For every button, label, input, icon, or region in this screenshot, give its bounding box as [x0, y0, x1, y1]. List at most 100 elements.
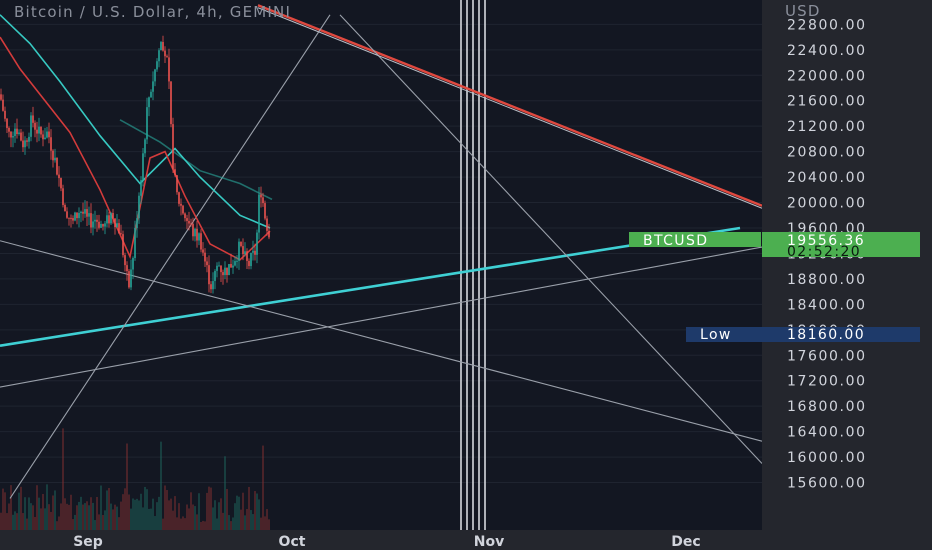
volume-bar: [94, 520, 96, 530]
candle-body: [156, 61, 158, 70]
volume-bar: [70, 494, 72, 530]
volume-bar: [128, 494, 130, 530]
candle-body: [98, 221, 100, 228]
candle-body: [212, 281, 214, 290]
volume-bar: [198, 493, 200, 530]
candle-body: [138, 195, 140, 219]
volume-bar: [218, 502, 220, 530]
volume-bar: [6, 513, 8, 530]
candle-body: [238, 241, 240, 261]
candle-body: [258, 194, 260, 233]
volume-bar: [78, 501, 80, 530]
candle-body: [264, 203, 266, 219]
volume-bar: [82, 504, 84, 530]
volume-bar: [152, 498, 154, 530]
price-tick-7: 18400.00: [787, 297, 867, 313]
price-tick-3: 16800.00: [787, 399, 867, 415]
time-axis-background[interactable]: [0, 530, 932, 550]
price-tick-5: 17600.00: [787, 348, 867, 364]
volume-bar: [106, 490, 108, 530]
candle-body: [262, 197, 264, 204]
volume-bar: [246, 509, 248, 530]
volume-bar: [182, 516, 184, 530]
candle-body: [184, 213, 186, 219]
candle-body: [218, 265, 220, 267]
volume-bar: [32, 505, 34, 530]
candle-body: [244, 251, 246, 255]
candle-body: [0, 94, 2, 100]
volume-bar: [58, 516, 60, 530]
volume-bar: [240, 509, 242, 530]
price-tick-2: 16400.00: [787, 425, 867, 441]
candle-body: [110, 212, 112, 224]
low-tag: Low 18160.00: [686, 327, 920, 343]
candle-body: [204, 252, 206, 262]
countdown-value: 02:52:20: [787, 244, 861, 260]
volume-bar: [76, 505, 78, 530]
volume-bar: [60, 503, 62, 530]
candle-body: [178, 192, 180, 204]
candle-body: [240, 241, 242, 247]
candle-body: [80, 211, 82, 213]
volume-bar: [248, 486, 250, 530]
candle-body: [56, 157, 58, 175]
volume-bar: [10, 485, 12, 530]
volume-bar: [24, 497, 26, 530]
candle-body: [126, 265, 128, 272]
candle-body: [224, 267, 226, 276]
volume-bar: [20, 486, 22, 530]
candle-body: [222, 272, 224, 276]
volume-bar: [102, 515, 104, 530]
volume-bar: [230, 521, 232, 530]
symbol-tag-text: BTCUSD: [643, 233, 708, 249]
candle-body: [242, 246, 244, 255]
price-tick-11: 20000.00: [787, 196, 867, 212]
price-tick-17: 22400.00: [787, 43, 867, 59]
volume-bar: [44, 508, 46, 530]
volume-bar: [72, 519, 74, 530]
volume-bar: [54, 490, 56, 530]
candle-body: [206, 261, 208, 266]
candle-body: [74, 212, 76, 221]
volume-bar: [194, 506, 196, 530]
candle-body: [266, 218, 268, 231]
candle-body: [216, 265, 218, 271]
candle-body: [120, 233, 122, 235]
volume-bar: [174, 496, 176, 530]
candle-body: [256, 232, 258, 255]
price-chart[interactable]: 15600.00 16000.00 16400.00 16800.00 17200.00…: [0, 0, 932, 550]
candle-body: [8, 127, 10, 132]
time-tick-nov: Nov: [474, 534, 504, 550]
candle-body: [6, 118, 8, 128]
volume-bar: [86, 501, 88, 530]
volume-bar: [202, 520, 204, 530]
volume-bar: [138, 500, 140, 530]
candle-body: [252, 250, 254, 253]
volume-bar: [8, 503, 10, 530]
candle-body: [230, 264, 232, 268]
volume-bar: [74, 514, 76, 530]
candle-body: [40, 126, 42, 135]
volume-bar: [170, 498, 172, 530]
candle-body: [50, 137, 52, 151]
price-tick-12: 20400.00: [787, 170, 867, 186]
candle-body: [34, 122, 36, 130]
volume-bar: [220, 498, 222, 530]
candle-body: [232, 265, 234, 268]
volume-bar: [26, 518, 28, 530]
candle-body: [82, 211, 84, 214]
plot-background: [0, 0, 762, 530]
candle-body: [250, 252, 252, 267]
candle-body: [268, 230, 270, 238]
candle-body: [134, 227, 136, 259]
candle-body: [86, 209, 88, 217]
candle-body: [88, 213, 90, 217]
candle-body: [48, 131, 50, 138]
candle-body: [60, 178, 62, 189]
candle-body: [70, 217, 72, 219]
candle-body: [28, 136, 30, 142]
volume-bar: [36, 485, 38, 530]
candle-body: [152, 81, 154, 92]
candle-body: [142, 153, 144, 181]
price-tick-14: 21200.00: [787, 119, 867, 135]
